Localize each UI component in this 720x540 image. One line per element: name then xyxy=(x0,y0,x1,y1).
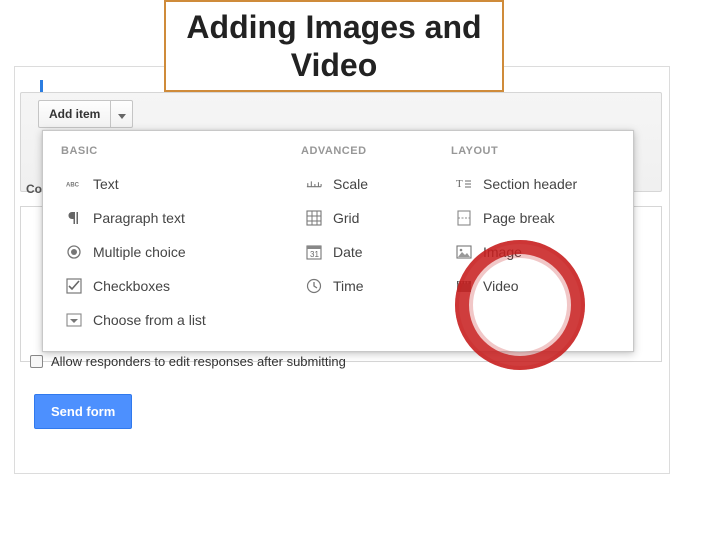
allow-edit-label: Allow responders to edit responses after… xyxy=(51,354,346,369)
menu-label: Scale xyxy=(333,176,368,192)
send-form-button[interactable]: Send form xyxy=(34,394,132,429)
calendar-date-icon: 31 xyxy=(305,243,323,261)
menu-item-text[interactable]: ABC Text xyxy=(61,167,301,201)
caret-down-icon xyxy=(118,107,126,122)
menu-item-date[interactable]: 31 Date xyxy=(301,235,451,269)
menu-label: Multiple choice xyxy=(93,244,186,260)
checkbox-icon xyxy=(65,277,83,295)
menu-item-section-header[interactable]: T Section header xyxy=(451,167,621,201)
menu-item-time[interactable]: Time xyxy=(301,269,451,303)
radio-icon xyxy=(65,243,83,261)
grid-icon xyxy=(305,209,323,227)
menu-label: Grid xyxy=(333,210,359,226)
menu-label: Choose from a list xyxy=(93,312,206,328)
scale-icon xyxy=(305,175,323,193)
menu-label: Section header xyxy=(483,176,577,192)
menu-heading-basic: BASIC xyxy=(61,145,301,157)
confirmation-label-fragment: Co xyxy=(26,182,42,196)
add-item-menu: BASIC ABC Text Paragraph text Multiple c… xyxy=(42,130,634,352)
menu-label: Video xyxy=(483,278,519,294)
dropdown-icon xyxy=(65,311,83,329)
menu-item-scale[interactable]: Scale xyxy=(301,167,451,201)
menu-item-paragraph-text[interactable]: Paragraph text xyxy=(61,201,301,235)
add-item-split-button[interactable]: Add item xyxy=(38,100,133,128)
menu-label: Page break xyxy=(483,210,555,226)
text-abc-icon: ABC xyxy=(65,175,83,193)
menu-col-basic: BASIC ABC Text Paragraph text Multiple c… xyxy=(51,145,301,339)
menu-label: Date xyxy=(333,244,363,260)
add-item-button[interactable]: Add item xyxy=(38,100,111,128)
menu-label: Text xyxy=(93,176,119,192)
menu-item-image[interactable]: Image xyxy=(451,235,621,269)
add-item-dropdown-toggle[interactable] xyxy=(111,100,133,128)
menu-item-choose-from-list[interactable]: Choose from a list xyxy=(61,303,301,337)
svg-text:31: 31 xyxy=(310,250,319,259)
menu-item-multiple-choice[interactable]: Multiple choice xyxy=(61,235,301,269)
paragraph-icon xyxy=(65,209,83,227)
video-icon xyxy=(455,277,473,295)
menu-label: Time xyxy=(333,278,364,294)
menu-label: Image xyxy=(483,244,522,260)
menu-item-video[interactable]: Video xyxy=(451,269,621,303)
menu-item-grid[interactable]: Grid xyxy=(301,201,451,235)
menu-col-layout: LAYOUT T Section header Page break Image… xyxy=(451,145,621,339)
menu-label: Paragraph text xyxy=(93,210,185,226)
page-break-icon xyxy=(455,209,473,227)
text-caret xyxy=(40,80,43,92)
menu-col-advanced: ADVANCED Scale Grid 31 Date Time xyxy=(301,145,451,339)
menu-item-page-break[interactable]: Page break xyxy=(451,201,621,235)
image-icon xyxy=(455,243,473,261)
svg-text:T: T xyxy=(456,178,463,190)
menu-heading-advanced: ADVANCED xyxy=(301,145,451,157)
clock-icon xyxy=(305,277,323,295)
section-header-icon: T xyxy=(455,175,473,193)
svg-text:ABC: ABC xyxy=(66,183,80,189)
slide-title-text: Adding Images and Video xyxy=(166,8,502,85)
allow-edit-row[interactable]: Allow responders to edit responses after… xyxy=(30,354,346,369)
slide-title: Adding Images and Video xyxy=(164,0,504,92)
menu-item-checkboxes[interactable]: Checkboxes xyxy=(61,269,301,303)
allow-edit-checkbox[interactable] xyxy=(30,355,43,368)
menu-label: Checkboxes xyxy=(93,278,170,294)
menu-heading-layout: LAYOUT xyxy=(451,145,621,157)
